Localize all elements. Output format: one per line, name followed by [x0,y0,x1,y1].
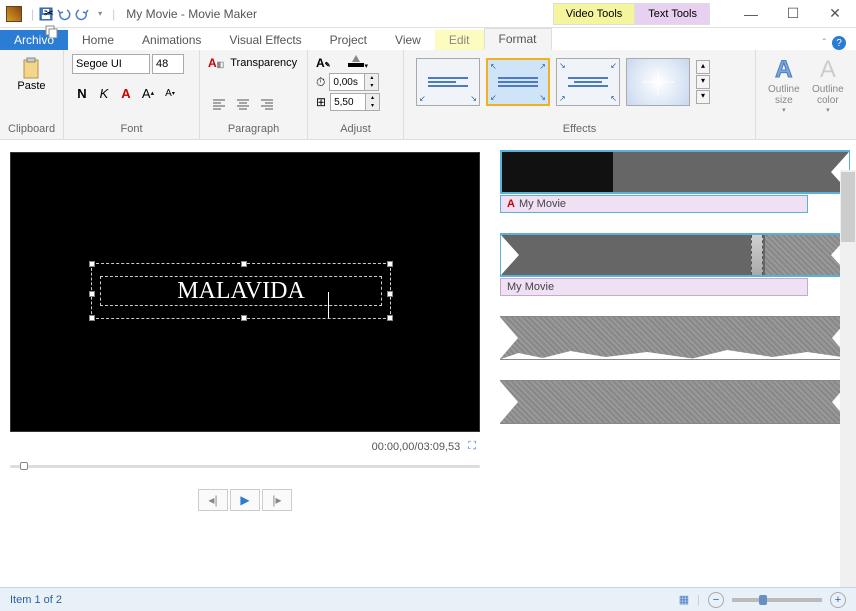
text-tools-tab[interactable]: Text Tools [635,3,710,25]
zoom-in-button[interactable]: + [830,592,846,608]
transparency-icon: A◧ [208,56,224,70]
outline-color-button[interactable]: A Outline color▾ [808,54,848,116]
adjust-group-label: Adjust [316,121,395,135]
timeline-pane: AMy Movie My Movie [490,140,856,580]
effects-scroll-up[interactable]: ▴ [696,60,710,74]
effects-more[interactable]: ▾ [696,90,710,104]
qat-redo-icon[interactable] [73,5,91,23]
window-title: My Movie - Movie Maker [126,7,257,21]
video-preview[interactable]: MALAVIDA [10,152,480,432]
tab-view[interactable]: View [381,30,435,50]
play-button[interactable]: ▶ [230,489,260,511]
seek-bar[interactable] [10,465,480,471]
tab-animations[interactable]: Animations [128,30,215,50]
paste-label: Paste [17,80,45,92]
clip-4[interactable] [500,380,850,424]
qat-dropdown-icon[interactable]: ▾ [91,5,109,23]
font-color-button[interactable]: A [116,84,136,102]
italic-button[interactable]: K [94,84,114,102]
main-area: MALAVIDA 00:00,00/03:09,53 ⛶ ◂| ▶ |▸ AMy… [0,140,856,580]
copy-icon[interactable] [44,24,58,41]
align-right-button[interactable] [256,94,278,114]
zoom-slider[interactable] [732,598,822,602]
status-bar: Item 1 of 2 ▦ | − + [0,587,856,611]
caption-track-1[interactable]: AMy Movie [500,195,808,213]
tab-project[interactable]: Project [316,30,381,50]
tab-visual-effects[interactable]: Visual Effects [215,30,315,50]
cut-icon[interactable]: ✂ [44,6,58,20]
seek-thumb[interactable] [20,462,28,470]
align-left-button[interactable] [208,94,230,114]
next-frame-button[interactable]: |▸ [262,489,292,511]
paste-button[interactable]: Paste [11,54,51,94]
shrink-font-button[interactable]: A▾ [160,84,180,102]
duration-icon: ⊞ [316,95,326,109]
minimize-button[interactable]: — [730,0,772,28]
zoom-out-button[interactable]: − [708,592,724,608]
tab-home[interactable]: Home [68,30,128,50]
effect-zoom[interactable]: ↘↙↗↖ [556,58,620,106]
clip-3[interactable] [500,316,850,360]
outline-size-button[interactable]: A Outline size▾ [764,54,804,116]
bold-button[interactable]: N [72,84,92,102]
fullscreen-icon[interactable]: ⛶ [468,440,476,453]
grow-font-button[interactable]: A▴ [138,84,158,102]
clip-1[interactable] [500,150,850,194]
view-mode-icon[interactable]: ▦ [679,593,689,606]
close-button[interactable]: ✕ [814,0,856,28]
ribbon: Paste ✂ Clipboard N K A A▴ A▾ Font [0,50,856,140]
effect-scroll-all[interactable]: ↖↗↙↘ [486,58,550,106]
paragraph-group-label: Paragraph [208,121,299,135]
background-color-button[interactable]: ▾ [347,54,369,71]
prev-frame-button[interactable]: ◂| [198,489,228,511]
start-time-icon: ⏱ [316,75,325,90]
help-icon[interactable]: ? [832,36,846,50]
tab-edit[interactable]: Edit [435,30,484,50]
maximize-button[interactable]: ☐ [772,0,814,28]
caption-track-2[interactable]: My Movie [500,278,808,296]
tab-format[interactable]: Format [484,28,552,50]
text-cursor [328,292,329,318]
ribbon-tabs: Archivo Home Animations Visual Effects P… [0,28,856,50]
font-name-select[interactable] [72,54,150,74]
effects-group-label: Effects [412,121,747,135]
effect-scroll-out[interactable]: ↙↘ [416,58,480,106]
effect-flare[interactable] [626,58,690,106]
font-size-select[interactable] [152,54,184,74]
playback-time: 00:00,00/03:09,53 [372,441,461,453]
align-center-button[interactable] [232,94,254,114]
clipboard-group-label: Clipboard [8,121,55,135]
vertical-scrollbar[interactable] [840,170,856,590]
ribbon-collapse-icon[interactable]: ˆ [823,38,826,49]
status-text: Item 1 of 2 [10,594,62,606]
video-tools-tab[interactable]: Video Tools [553,3,635,25]
text-selection-box[interactable]: MALAVIDA [91,263,391,319]
start-time-input[interactable]: ▴▾ [329,73,379,91]
duration-input[interactable]: ▴▾ [330,93,380,111]
transparency-label[interactable]: Transparency [230,57,297,69]
title-text[interactable]: MALAVIDA [177,278,305,305]
effects-scroll-down[interactable]: ▾ [696,75,710,89]
edit-text-icon[interactable]: A✎ [316,56,331,70]
app-icon [6,6,22,22]
clip-2[interactable] [500,233,850,277]
font-group-label: Font [72,121,191,135]
title-bar: | ▾ | My Movie - Movie Maker Video Tools… [0,0,856,28]
preview-pane: MALAVIDA 00:00,00/03:09,53 ⛶ ◂| ▶ |▸ [0,140,490,580]
